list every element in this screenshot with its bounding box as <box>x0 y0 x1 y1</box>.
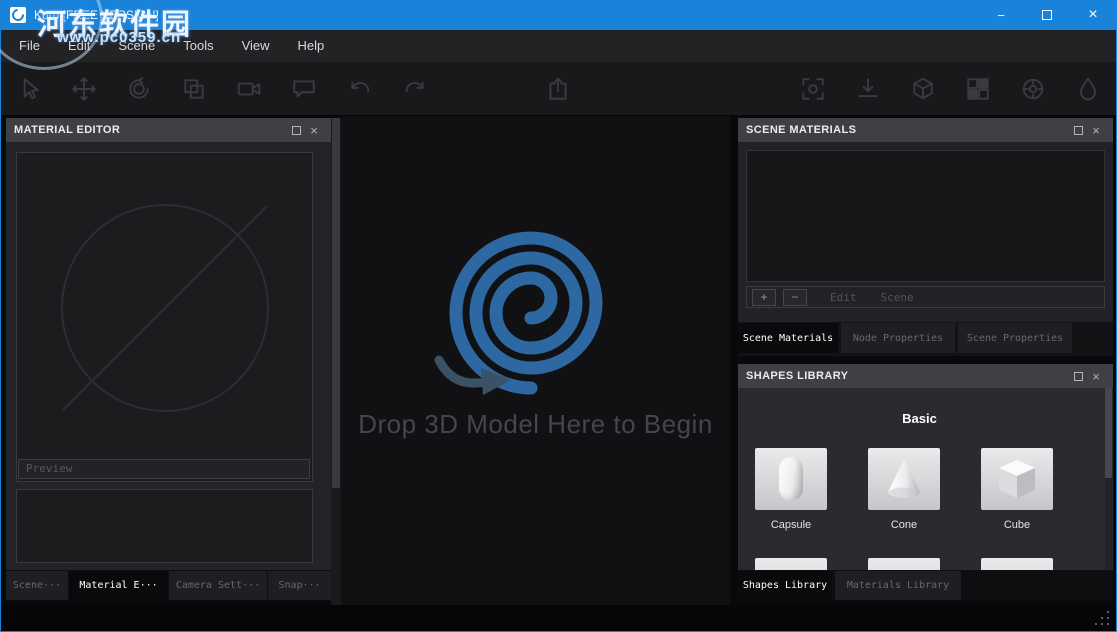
menu-help[interactable]: Help <box>284 30 339 62</box>
cube-thumbnail <box>981 448 1053 510</box>
window-title: Koru [FREE VERSION] <box>34 8 159 22</box>
float-icon <box>1074 372 1083 381</box>
shapes-library-title: SHAPES LIBRARY <box>746 370 1069 382</box>
menu-edit[interactable]: Edit <box>54 30 104 62</box>
shape-card-partial[interactable] <box>981 558 1053 570</box>
share-icon[interactable] <box>540 71 576 107</box>
shapes-library-body: Basic Capsule <box>738 388 1113 570</box>
koru-logo <box>381 218 681 418</box>
redo-icon[interactable] <box>397 71 433 107</box>
tab-camera-settings[interactable]: Camera Sett··· <box>169 571 267 600</box>
select-tool-icon[interactable] <box>11 71 47 107</box>
export-3d-icon[interactable] <box>905 71 941 107</box>
float-icon <box>1074 126 1083 135</box>
maximize-icon <box>1042 10 1052 20</box>
shape-card-cube[interactable]: Cube <box>981 448 1053 531</box>
material-editor-header: MATERIAL EDITOR × <box>6 118 331 142</box>
close-panel-icon[interactable]: × <box>1087 368 1105 384</box>
tab-scene[interactable]: Scene··· <box>6 571 68 600</box>
scene-materials-panel: SCENE MATERIALS × + − Edit Scene Scene M… <box>738 118 1113 356</box>
cone-thumbnail <box>868 448 940 510</box>
undo-icon[interactable] <box>342 71 378 107</box>
close-panel-icon[interactable]: × <box>305 122 323 138</box>
vertical-scrollbar[interactable] <box>331 118 341 605</box>
scene-materials-header: SCENE MATERIALS × <box>738 118 1113 142</box>
close-panel-icon[interactable]: × <box>1087 122 1105 138</box>
menu-file[interactable]: File <box>5 30 54 62</box>
add-material-button[interactable]: + <box>752 289 776 306</box>
tab-shapes-library[interactable]: Shapes Library <box>738 571 832 600</box>
right-bottom-tabbar: Shapes Library Materials Library <box>738 570 1113 600</box>
materials-list <box>746 150 1105 282</box>
shapes-scrollbar-thumb[interactable] <box>1105 388 1112 478</box>
menu-scene[interactable]: Scene <box>104 30 169 62</box>
tab-scene-properties[interactable]: Scene Properties <box>958 323 1072 353</box>
comment-icon[interactable] <box>286 71 322 107</box>
materials-button-row: + − Edit Scene <box>746 286 1105 308</box>
menu-view[interactable]: View <box>228 30 284 62</box>
capture-icon[interactable] <box>795 71 831 107</box>
drop-model-hint: Drop 3D Model Here to Begin <box>341 409 730 440</box>
material-editor-body: Preview <box>6 142 331 570</box>
tab-node-properties[interactable]: Node Properties <box>841 323 955 353</box>
float-panel-button[interactable] <box>287 122 305 138</box>
tab-materials-library[interactable]: Materials Library <box>835 571 961 600</box>
layout-icon[interactable] <box>960 71 996 107</box>
shapes-scrollbar[interactable] <box>1105 388 1112 570</box>
menu-bar: File Edit Scene Tools View Help <box>1 30 1116 62</box>
float-panel-button[interactable] <box>1069 368 1087 384</box>
right-top-tabbar: Scene Materials Node Properties Scene Pr… <box>738 322 1113 356</box>
material-editor-panel: MATERIAL EDITOR × Preview Scene··· Mater… <box>6 118 331 600</box>
category-basic-label: Basic <box>738 411 1101 426</box>
rotate-tool-icon[interactable] <box>121 71 157 107</box>
shapes-library-panel: SHAPES LIBRARY × Basic Capsule <box>738 364 1113 600</box>
app-logo-icon <box>10 7 26 23</box>
light-icon[interactable] <box>1070 71 1106 107</box>
material-properties-box <box>16 489 313 563</box>
preview-button[interactable]: Preview <box>18 459 310 479</box>
title-bar: Koru [FREE VERSION] − × <box>1 0 1116 30</box>
tab-material-editor[interactable]: Material E··· <box>69 571 168 600</box>
material-editor-title: MATERIAL EDITOR <box>14 124 287 136</box>
scene-materials-title: SCENE MATERIALS <box>746 124 1069 136</box>
resize-grip[interactable] <box>1095 611 1111 627</box>
shape-card-cone[interactable]: Cone <box>868 448 940 531</box>
camera-icon[interactable] <box>231 71 267 107</box>
left-dock-tabbar: Scene··· Material E··· Camera Sett··· Sn… <box>6 570 331 600</box>
minimize-button[interactable]: − <box>978 0 1024 30</box>
move-tool-icon[interactable] <box>66 71 102 107</box>
shapes-library-header: SHAPES LIBRARY × <box>738 364 1113 388</box>
close-button[interactable]: × <box>1070 0 1116 30</box>
duplicate-icon[interactable] <box>176 71 212 107</box>
vertical-scrollbar-thumb[interactable] <box>332 118 340 488</box>
scene-material-button[interactable]: Scene <box>881 291 914 304</box>
tab-snap[interactable]: Snap··· <box>268 571 331 600</box>
maximize-button[interactable] <box>1024 0 1070 30</box>
viewport-canvas[interactable]: Drop 3D Model Here to Begin <box>341 116 730 605</box>
shape-card-capsule[interactable]: Capsule <box>755 448 827 531</box>
remove-material-button[interactable]: − <box>783 289 807 306</box>
float-icon <box>292 126 301 135</box>
float-panel-button[interactable] <box>1069 122 1087 138</box>
import-icon[interactable] <box>850 71 886 107</box>
edit-material-button[interactable]: Edit <box>830 291 857 304</box>
capsule-icon <box>779 457 803 501</box>
shape-label: Cone <box>868 519 940 531</box>
cone-icon <box>882 456 926 502</box>
menu-tools[interactable]: Tools <box>169 30 227 62</box>
render-icon[interactable] <box>1015 71 1051 107</box>
shape-card-partial[interactable] <box>755 558 827 570</box>
scene-materials-body: + − Edit Scene <box>738 142 1113 326</box>
koru-window: Koru [FREE VERSION] − × 河东软件园 www.pc0359… <box>0 0 1117 632</box>
material-preview-placeholder <box>17 153 312 481</box>
toolbar <box>1 62 1116 116</box>
material-preview-viewport: Preview <box>16 152 313 482</box>
shape-card-partial[interactable] <box>868 558 940 570</box>
shape-label: Capsule <box>755 519 827 531</box>
cube-icon <box>994 456 1040 502</box>
bottom-strip <box>1 605 1116 631</box>
shape-label: Cube <box>981 519 1053 531</box>
tab-scene-materials[interactable]: Scene Materials <box>738 323 838 353</box>
capsule-thumbnail <box>755 448 827 510</box>
